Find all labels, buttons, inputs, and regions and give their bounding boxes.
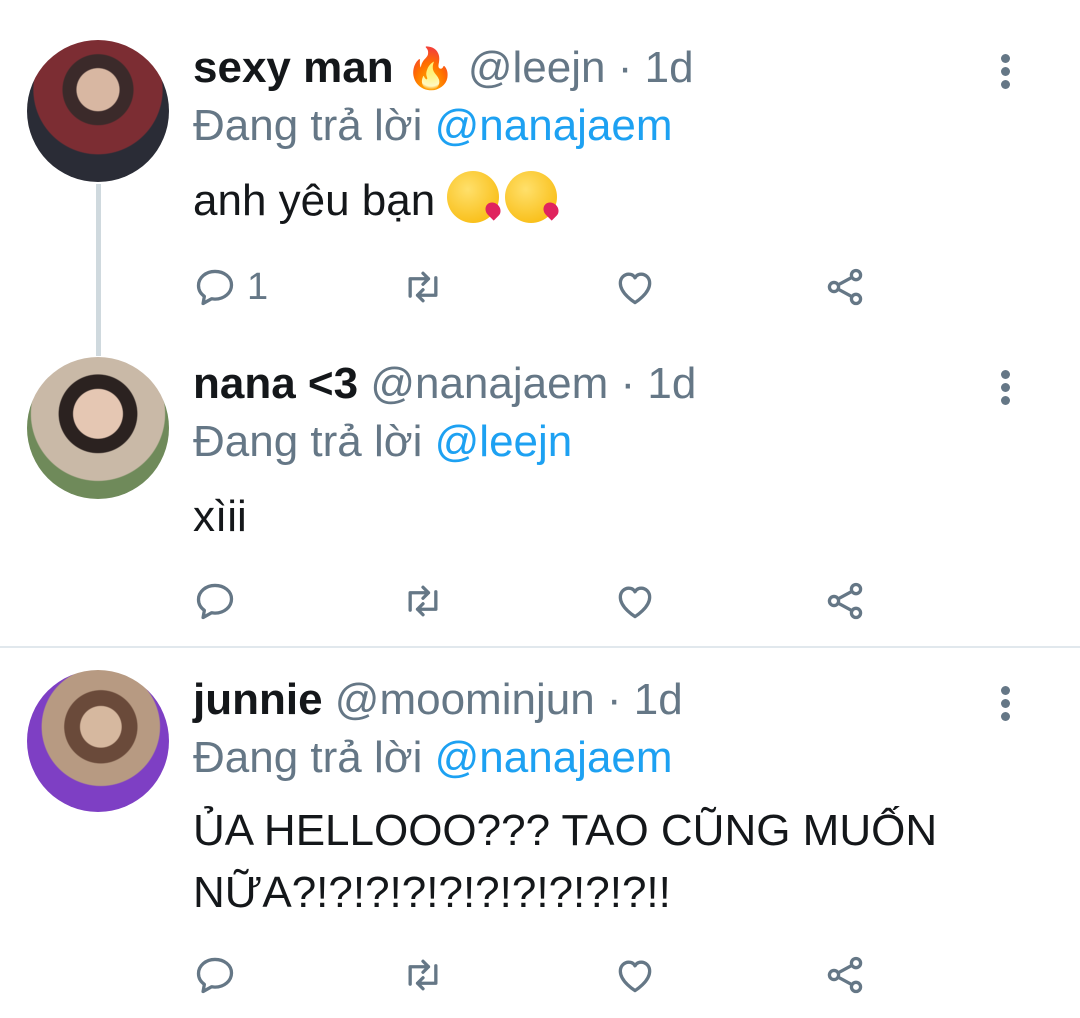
like-icon (618, 272, 652, 305)
avatar[interactable] (27, 40, 169, 182)
tweet-header: sexy man 🔥 @leejn · 1d (193, 38, 694, 98)
reply-button[interactable] (193, 950, 247, 1000)
tweet[interactable]: sexy man 🔥 @leejn · 1d Đang trả lời @nan… (0, 0, 1080, 330)
separator-dot: · (617, 43, 633, 92)
tweet-actions (193, 576, 893, 626)
more-options-icon[interactable] (990, 366, 1020, 406)
tweet-text: xìii (193, 486, 1013, 548)
timestamp[interactable]: 1d (647, 359, 696, 408)
retweet-button[interactable] (401, 576, 445, 626)
tweet-text-content: xìii (193, 492, 247, 541)
fire-emoji: 🔥 (405, 47, 456, 91)
handle[interactable]: @moominjun (335, 675, 595, 724)
reply-mention-link[interactable]: @nanajaem (435, 733, 673, 782)
avatar[interactable] (27, 670, 169, 812)
avatar[interactable] (27, 357, 169, 499)
tweet-text-content: anh yêu bạn (193, 176, 436, 225)
retweet-button[interactable] (401, 262, 445, 312)
share-button[interactable] (823, 576, 867, 626)
reply-mention-link[interactable]: @leejn (435, 417, 573, 466)
share-icon (827, 956, 863, 994)
timestamp[interactable]: 1d (645, 43, 694, 92)
like-icon (618, 586, 652, 619)
tweet-text: ỦA HELLOOO??? TAO CŨNG MUỐN NỮA?!?!?!?!?… (193, 800, 973, 924)
retweet-icon (408, 585, 438, 617)
reply-button[interactable] (193, 576, 247, 626)
separator-dot: · (606, 675, 622, 724)
reply-icon (196, 269, 234, 306)
like-button[interactable] (613, 576, 657, 626)
tweet-actions: 1 (193, 262, 893, 312)
tweet-header: nana <3 @nanajaem · 1d (193, 354, 696, 414)
replying-to: Đang trả lời @nanajaem (193, 728, 673, 788)
replying-label: Đang trả lời (193, 101, 423, 150)
like-icon (618, 960, 652, 993)
tweet-text: anh yêu bạn (193, 170, 1013, 232)
like-button[interactable] (613, 262, 657, 312)
replying-to: Đang trả lời @nanajaem (193, 96, 673, 156)
retweet-button[interactable] (401, 950, 445, 1000)
share-icon (827, 268, 863, 306)
reply-count: 1 (247, 265, 269, 308)
tweet[interactable]: junnie @moominjun · 1d Đang trả lời @nan… (0, 648, 1080, 1018)
more-options-icon[interactable] (990, 682, 1020, 722)
tweet-text-content: ỦA HELLOOO??? TAO CŨNG MUỐN NỮA?!?!?!?!?… (193, 806, 938, 917)
tweet-header: junnie @moominjun · 1d (193, 670, 683, 730)
tweet-actions (193, 950, 893, 1000)
kiss-emoji (447, 171, 500, 223)
separator-dot: · (620, 359, 636, 408)
handle[interactable]: @leejn (468, 43, 606, 92)
share-button[interactable] (823, 262, 867, 312)
like-button[interactable] (613, 950, 657, 1000)
reply-icon (196, 583, 234, 620)
more-options-icon[interactable] (990, 50, 1020, 90)
replying-label: Đang trả lời (193, 733, 423, 782)
tweet[interactable]: nana <3 @nanajaem · 1d Đang trả lời @lee… (0, 330, 1080, 646)
share-button[interactable] (823, 950, 867, 1000)
timestamp[interactable]: 1d (634, 675, 683, 724)
handle[interactable]: @nanajaem (370, 359, 608, 408)
retweet-icon (408, 271, 438, 303)
reply-icon (196, 957, 234, 994)
display-name[interactable]: sexy man (193, 43, 394, 92)
retweet-icon (408, 959, 438, 991)
share-icon (827, 582, 863, 620)
display-name[interactable]: nana <3 (193, 359, 358, 408)
replying-label: Đang trả lời (193, 417, 423, 466)
reply-mention-link[interactable]: @nanajaem (435, 101, 673, 150)
replying-to: Đang trả lời @leejn (193, 412, 572, 472)
kiss-emoji (505, 171, 558, 223)
display-name[interactable]: junnie (193, 675, 323, 724)
reply-button[interactable]: 1 (193, 262, 268, 312)
